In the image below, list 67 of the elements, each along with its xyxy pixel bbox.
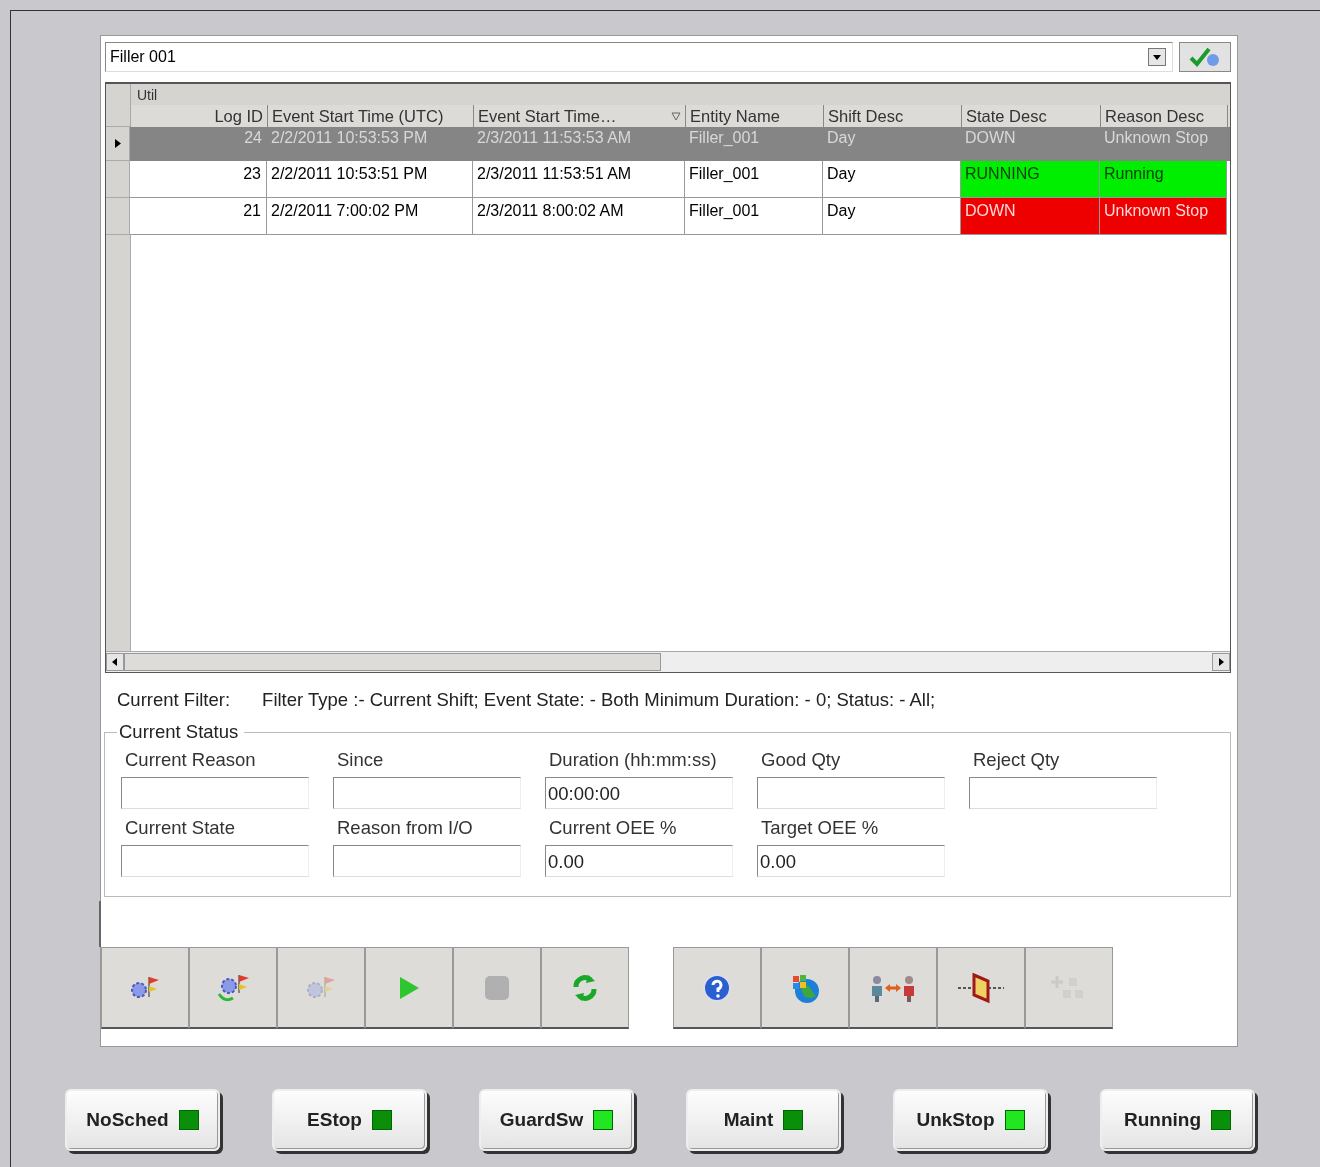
field-label: Duration (hh:mm:ss) [548,749,718,771]
group-title: Current Status [118,721,240,743]
toolbar-button[interactable] [937,947,1025,1029]
field-label: Reject Qty [972,749,1061,771]
table-cell: 21 [130,198,267,235]
table-cell: 2/2/2011 7:00:02 PM [267,198,473,235]
table-cell-text: Filler_001 [688,128,761,148]
status-button[interactable]: EStop [272,1089,427,1151]
scroll-right-icon[interactable] [1212,653,1230,671]
toolbar-button[interactable] [541,947,629,1029]
input-field[interactable]: 00:00:00 [545,777,733,809]
play-icon [397,974,421,1001]
toolbar-button[interactable] [365,947,453,1029]
table-cell-text: 2/2/2011 10:53:53 PM [270,128,429,148]
horizontal-scrollbar[interactable] [106,651,1230,672]
table-cell-text: Day [826,128,857,148]
status-cell: RUNNING [961,161,1100,198]
field-label: Target OEE % [760,817,880,839]
row-pointer-icon [114,139,121,148]
status-button[interactable]: UnkStop [893,1089,1048,1151]
field-label: Since [336,749,385,771]
status-button[interactable]: Running [1100,1089,1255,1151]
toolbar-button[interactable] [761,947,849,1029]
toolbar-button[interactable] [849,947,937,1029]
input-field[interactable] [969,777,1157,809]
scroll-left-icon[interactable] [106,653,124,671]
refresh-icon [572,972,598,1003]
field-label: Good Qty [760,749,842,771]
status-cell: DOWN [961,198,1100,235]
table-cell: 2/3/2011 8:00:02 AM [473,198,685,235]
row-header[interactable] [106,127,130,161]
filter-label: Current Filter: [117,689,231,711]
status-button[interactable]: NoSched [65,1089,220,1151]
input-field[interactable] [333,845,521,877]
status-button[interactable]: Maint [686,1089,841,1151]
table-cell: Filler_001 [685,198,823,235]
help-icon [702,972,732,1003]
field-label: Current State [124,817,237,839]
field-label: Current Reason [124,749,257,771]
status-button[interactable]: GuardSw [479,1089,634,1151]
toolbar-button[interactable] [189,947,277,1029]
table-cell-text: Unknown Stop [1103,128,1210,148]
field-label: Current OEE % [548,817,678,839]
filter-text: Filter Type :- Current Shift; Event State: - Both Minimum Duration: - 0; Status: - All; [262,689,936,711]
input-field[interactable]: 0.00 [545,845,733,877]
input-field[interactable] [121,777,309,809]
status-cell: Running [1100,161,1227,198]
input-field[interactable] [333,777,521,809]
entity-dropdown[interactable]: Filler 001 [105,42,1173,72]
grid-row[interactable]: 21 2/2/2011 7:00:02 PM 2/3/2011 8:00:02 AM Filler_001 Day DOWN Unknown Stop [106,198,1230,235]
toolbar-button[interactable] [101,947,189,1029]
frame-line-icon [956,970,1006,1005]
stop-icon [483,973,511,1002]
input-field[interactable]: 0.00 [757,845,945,877]
scrollbar-thumb[interactable] [124,653,661,671]
input-field[interactable] [121,845,309,877]
checkmark-icon [1188,45,1222,69]
field-label: Reason from I/O [336,817,474,839]
table-cell-text: 2/3/2011 11:53:53 AM [476,128,633,148]
table-cell-text: DOWN [964,128,1017,148]
table-cell-text: 24 [243,128,263,148]
group-header: Util [136,86,158,103]
status-cell: Unknown Stop [1100,198,1227,235]
grid-row[interactable]: 23 2/2/2011 10:53:51 PM 2/3/2011 11:53:51 AM Filler_001 Day RUNNING Running [106,161,1230,198]
toolbar-button[interactable] [673,947,761,1029]
apply-button[interactable] [1179,42,1231,72]
input-field[interactable] [757,777,945,809]
